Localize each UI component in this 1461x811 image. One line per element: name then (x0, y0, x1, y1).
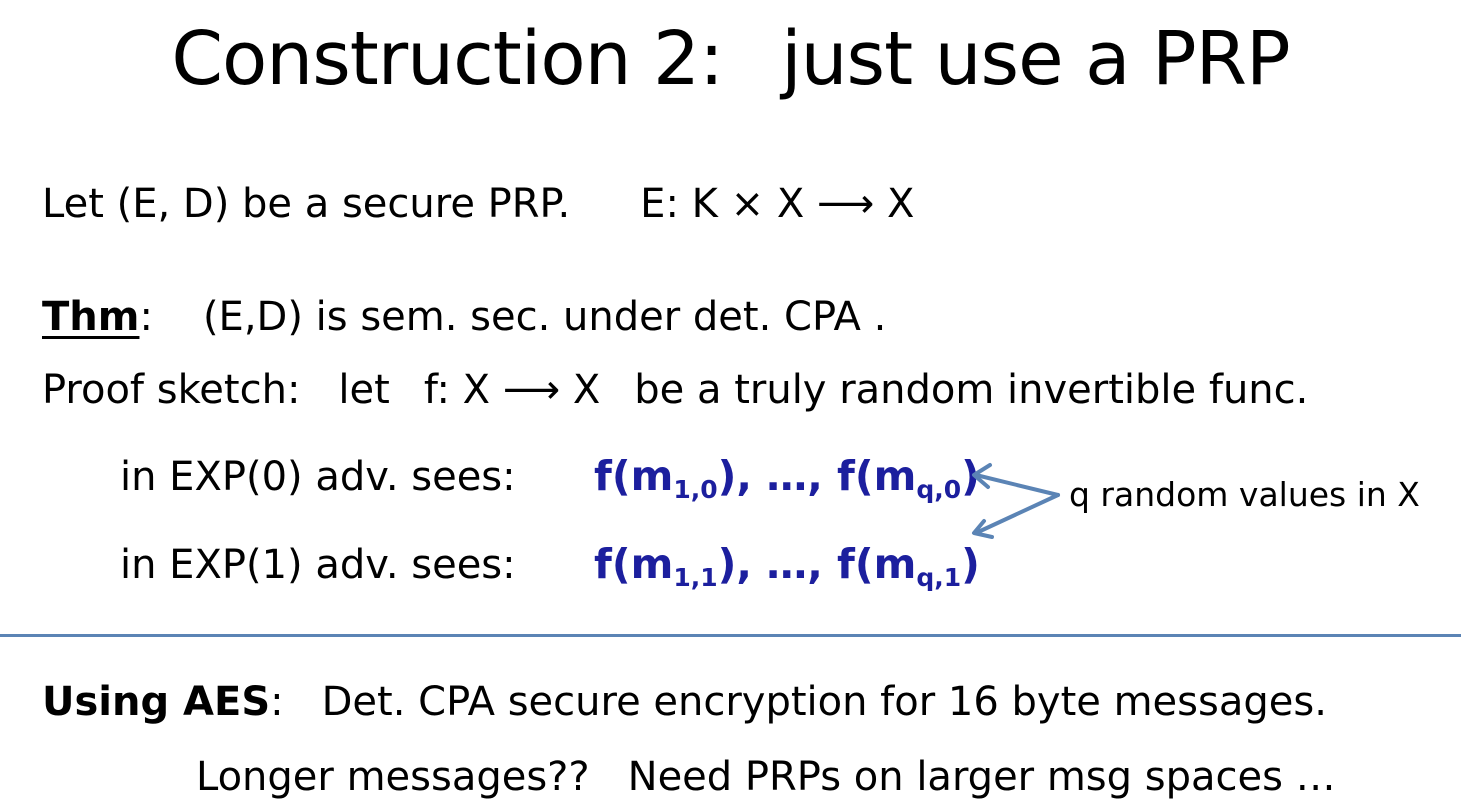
exp0-label: in EXP(0) adv. sees: (120, 454, 516, 500)
prp-definition-line: Let (E, D) be a secure PRP. E: K × X ⟶ X (42, 180, 914, 228)
exp0-f-open: f(m (594, 452, 674, 500)
title-right: just use a PRP (781, 16, 1291, 102)
exp0-sequence: f(m1,0), …, f(mq,0) (594, 452, 980, 502)
proof-let: let (338, 367, 390, 413)
longer-left: Longer messages?? (196, 754, 590, 800)
theorem-text: (E,D) is sem. sec. under det. CPA . (202, 294, 887, 340)
aes-label: Using AES (42, 679, 271, 725)
exp1-close: ) (961, 540, 980, 588)
exp1-sub-first: 1,1 (673, 563, 718, 592)
prp-let-text: Let (E, D) be a secure PRP. (42, 181, 571, 227)
proof-rest: be a truly random invertible func. (634, 367, 1309, 413)
arrows-icon (972, 463, 1060, 539)
exp1-mid: ), …, f(m (717, 540, 917, 588)
exp1-sub-last: q,1 (916, 563, 962, 592)
exp0-sub-first: 1,0 (673, 475, 718, 504)
longer-right: Need PRPs on larger msg spaces … (627, 754, 1336, 800)
theorem-line: Thm: (E,D) is sem. sec. under det. CPA . (42, 293, 886, 341)
title-left: Construction 2: (171, 16, 724, 102)
proof-func: f: X ⟶ X (423, 367, 601, 413)
random-values-note: q random values in X (1069, 475, 1420, 514)
theorem-label: Thm (42, 294, 140, 340)
proof-sketch-line: Proof sketch: let f: X ⟶ X be a truly rando… (42, 366, 1308, 414)
slide-title: Construction 2: just use a PRP (0, 14, 1461, 104)
prp-signature: E: K × X ⟶ X (640, 181, 915, 227)
divider (0, 634, 1461, 637)
theorem-colon: : (139, 294, 153, 340)
exp1-sequence: f(m1,1), …, f(mq,1) (594, 540, 980, 590)
exp1-f-open: f(m (594, 540, 674, 588)
proof-label: Proof sketch: (42, 367, 301, 413)
exp0-mid: ), …, f(m (717, 452, 917, 500)
aes-colon: : (270, 679, 284, 725)
exp0-sub-last: q,0 (916, 475, 962, 504)
aes-text: Det. CPA secure encryption for 16 byte m… (321, 679, 1327, 725)
longer-messages-line: Longer messages?? Need PRPs on larger msg… (196, 753, 1336, 801)
exp1-label: in EXP(1) adv. sees: (120, 542, 516, 588)
aes-line: Using AES: Det. CPA secure encryption for… (42, 678, 1327, 726)
